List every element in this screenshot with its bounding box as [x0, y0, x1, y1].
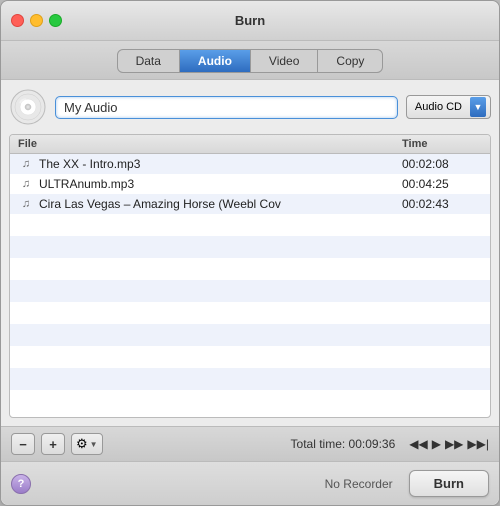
format-select-arrow [470, 97, 486, 117]
gear-icon: ⚙ [76, 436, 88, 452]
traffic-lights [11, 14, 62, 27]
file-name: Cira Las Vegas – Amazing Horse (Weebl Co… [39, 197, 402, 211]
table-row[interactable]: ♫ ULTRAnumb.mp3 00:04:25 [10, 174, 490, 194]
bottom-bar: − + ⚙ ▼ Total time: 00:09:36 ◀◀ ▶ ▶▶ ▶▶| [1, 426, 499, 461]
titlebar: Burn [1, 1, 499, 41]
tab-audio[interactable]: Audio [180, 50, 251, 72]
table-row-empty [10, 368, 490, 390]
main-window: Burn Data Audio Video Copy [0, 0, 500, 506]
file-time: 00:02:43 [402, 197, 482, 211]
file-name: ULTRAnumb.mp3 [39, 177, 402, 191]
tab-group: Data Audio Video Copy [117, 49, 384, 73]
table-row-empty [10, 280, 490, 302]
music-note-icon: ♫ [18, 157, 34, 171]
table-row-empty [10, 346, 490, 368]
burn-button[interactable]: Burn [409, 470, 489, 497]
playback-controls: ◀◀ ▶ ▶▶ ▶▶| [409, 437, 489, 451]
table-row-empty [10, 302, 490, 324]
format-label: Audio CD [415, 101, 462, 113]
disc-row: Audio CD [9, 88, 491, 126]
file-list-header: File Time [10, 135, 490, 154]
tab-data[interactable]: Data [118, 50, 180, 72]
main-content: Audio CD File Time ♫ The XX - Intro.mp3 … [1, 80, 499, 426]
total-time-label: Total time: 00:09:36 [291, 437, 396, 451]
help-button[interactable]: ? [11, 474, 31, 494]
file-list-container: File Time ♫ The XX - Intro.mp3 00:02:08 … [9, 134, 491, 418]
table-row-empty [10, 258, 490, 280]
skip-button[interactable]: ▶▶| [467, 437, 489, 451]
maximize-button[interactable] [49, 14, 62, 27]
fast-forward-button[interactable]: ▶▶ [445, 437, 463, 451]
file-time: 00:02:08 [402, 157, 482, 171]
table-row-empty [10, 324, 490, 346]
music-note-icon: ♫ [18, 197, 34, 211]
file-name: The XX - Intro.mp3 [39, 157, 402, 171]
tab-video[interactable]: Video [251, 50, 318, 72]
rewind-button[interactable]: ◀◀ [409, 437, 427, 451]
close-button[interactable] [11, 14, 24, 27]
play-button[interactable]: ▶ [432, 437, 441, 451]
toolbar: Data Audio Video Copy [1, 41, 499, 80]
gear-dropdown-arrow: ▼ [90, 440, 98, 449]
table-row[interactable]: ♫ The XX - Intro.mp3 00:02:08 [10, 154, 490, 174]
disc-name-input[interactable] [55, 96, 398, 119]
file-list-body: ♫ The XX - Intro.mp3 00:02:08 ♫ ULTRAnum… [10, 154, 490, 417]
file-time: 00:04:25 [402, 177, 482, 191]
no-recorder-label: No Recorder [325, 477, 393, 491]
table-row-empty [10, 214, 490, 236]
disc-icon [9, 88, 47, 126]
minimize-button[interactable] [30, 14, 43, 27]
remove-button[interactable]: − [11, 433, 35, 455]
col-file-header: File [18, 138, 402, 150]
music-note-icon: ♫ [18, 177, 34, 191]
tab-copy[interactable]: Copy [318, 50, 382, 72]
table-row[interactable]: ♫ Cira Las Vegas – Amazing Horse (Weebl … [10, 194, 490, 214]
window-title: Burn [235, 13, 265, 28]
gear-menu-button[interactable]: ⚙ ▼ [71, 433, 103, 455]
table-row-empty [10, 236, 490, 258]
status-bar: ? No Recorder Burn [1, 461, 499, 505]
col-time-header: Time [402, 138, 482, 150]
format-select[interactable]: Audio CD [406, 95, 491, 119]
add-button[interactable]: + [41, 433, 65, 455]
